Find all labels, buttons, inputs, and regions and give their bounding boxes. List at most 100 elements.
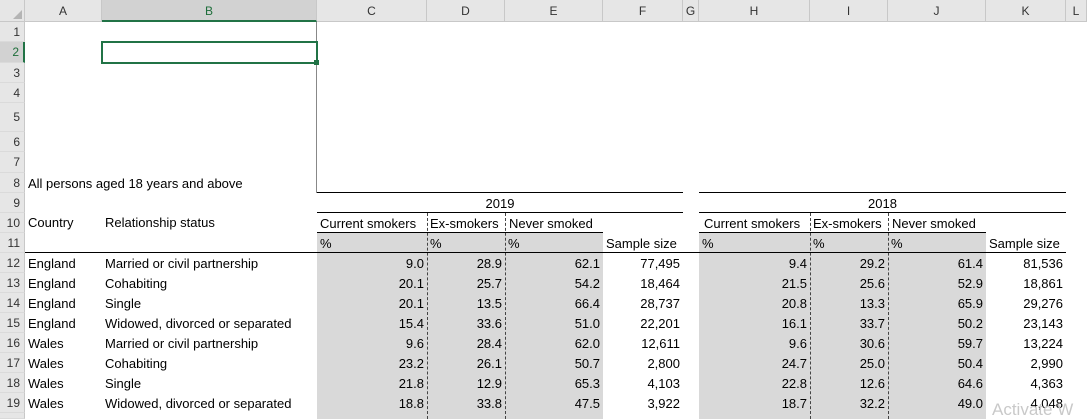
ex-2019-cell: 33.6: [476, 316, 502, 331]
pct-label: %: [891, 236, 903, 251]
status-cell: Widowed, divorced or separated: [105, 396, 292, 411]
never-2018-cell: 65.9: [957, 296, 983, 311]
sample-2019-cell: 28,737: [640, 296, 680, 311]
status-cell: Single: [105, 296, 142, 311]
current-2018-cell: 9.6: [788, 336, 807, 351]
never-2018-cell: 64.6: [957, 376, 983, 391]
year-2018: 2018: [868, 196, 897, 211]
row-header-15[interactable]: 15: [0, 313, 25, 333]
fill-handle[interactable]: [314, 60, 319, 65]
column-header-a[interactable]: A: [25, 0, 102, 22]
row-header-18[interactable]: 18: [0, 373, 25, 393]
country-cell: England: [28, 296, 76, 311]
select-all-corner[interactable]: [0, 0, 25, 22]
status-cell: Married or civil partnership: [105, 336, 259, 351]
rule-2019-top: [317, 192, 683, 193]
never-2018-cell: 49.0: [957, 396, 983, 411]
rule-2018-top: [699, 192, 1066, 193]
column-header-h[interactable]: H: [699, 0, 810, 22]
rule-2018-year: [699, 212, 1066, 213]
ex-smokers-2018-header: Ex-smokers: [813, 216, 882, 231]
status-cell: Single: [105, 376, 142, 391]
row-header-4[interactable]: 4: [0, 83, 25, 103]
sample-2019-cell: 77,495: [640, 256, 680, 271]
current-2018-cell: 9.4: [788, 256, 807, 271]
column-header-d[interactable]: D: [427, 0, 505, 22]
column-header-g[interactable]: G: [683, 0, 699, 22]
ex-2019-cell: 13.5: [476, 296, 502, 311]
column-header-e[interactable]: E: [505, 0, 603, 22]
current-2019-cell: 20.1: [398, 276, 424, 291]
column-header-j[interactable]: J: [888, 0, 986, 22]
status-cell: Widowed, divorced or separated: [105, 316, 292, 331]
rule-2018-sub: [699, 232, 986, 233]
row-header-7[interactable]: 7: [0, 152, 25, 173]
ex-2018-cell: 12.6: [859, 376, 885, 391]
row-header-2[interactable]: 2: [0, 42, 25, 63]
row-header-12[interactable]: 12: [0, 253, 25, 273]
column-header-i[interactable]: I: [810, 0, 888, 22]
never-2019-cell: 47.5: [574, 396, 600, 411]
ex-2019-cell: 28.4: [476, 336, 502, 351]
current-2018-cell: 18.7: [781, 396, 807, 411]
row-header-16[interactable]: 16: [0, 333, 25, 353]
select-all-triangle-icon: [13, 10, 22, 19]
column-header-f[interactable]: F: [603, 0, 683, 22]
column-header-b[interactable]: B: [102, 0, 317, 22]
ex-2019-cell: 12.9: [476, 376, 502, 391]
column-header-c[interactable]: C: [317, 0, 427, 22]
never-2018-cell: 50.4: [957, 356, 983, 371]
pct-label: %: [320, 236, 332, 251]
current-smokers-2019-header: Current smokers: [320, 216, 417, 231]
country-cell: England: [28, 316, 76, 331]
row-header-17[interactable]: 17: [0, 353, 25, 373]
country-cell: England: [28, 256, 76, 271]
row-header-9[interactable]: 9: [0, 193, 25, 213]
ex-2018-cell: 25.0: [859, 356, 885, 371]
current-2019-cell: 23.2: [398, 356, 424, 371]
sample-2019-cell: 2,800: [647, 356, 680, 371]
current-2018-cell: 21.5: [781, 276, 807, 291]
sample-2019-cell: 3,922: [647, 396, 680, 411]
pct-label: %: [813, 236, 825, 251]
current-2019-cell: 15.4: [398, 316, 424, 331]
column-header-k[interactable]: K: [986, 0, 1066, 22]
never-2019-cell: 54.2: [574, 276, 600, 291]
current-2019-cell: 18.8: [398, 396, 424, 411]
status-cell: Cohabiting: [105, 356, 168, 371]
current-2019-cell: 9.6: [405, 336, 424, 351]
row-header-1[interactable]: 1: [0, 22, 25, 42]
row-header-8[interactable]: 8: [0, 173, 25, 193]
row-header-3[interactable]: 3: [0, 63, 25, 83]
row-header-5[interactable]: 5: [0, 103, 25, 132]
ex-2019-cell: 28.9: [476, 256, 502, 271]
current-2018-cell: 24.7: [781, 356, 807, 371]
rule-2019-sub: [317, 232, 603, 233]
row-header-19[interactable]: 19: [0, 393, 25, 413]
country-cell: Wales: [28, 336, 64, 351]
country-cell: Wales: [28, 376, 64, 391]
never-2019-cell: 62.0: [574, 336, 600, 351]
country-cell: Wales: [28, 356, 64, 371]
sample-2019-cell: 4,103: [647, 376, 680, 391]
rule-2019-year: [317, 212, 683, 213]
column-header-l[interactable]: L: [1066, 0, 1087, 22]
row-header-14[interactable]: 14: [0, 293, 25, 313]
row-header-20-partial[interactable]: [0, 413, 25, 419]
ex-2018-cell: 25.6: [859, 276, 885, 291]
row-header-11[interactable]: 11: [0, 233, 25, 253]
row-header-6[interactable]: 6: [0, 132, 25, 152]
never-2019-cell: 62.1: [574, 256, 600, 271]
ex-smokers-2019-header: Ex-smokers: [430, 216, 499, 231]
sample-size-2019-header: Sample size: [606, 236, 677, 251]
sample-2018-cell: 2,990: [1030, 356, 1063, 371]
row-header-13[interactable]: 13: [0, 273, 25, 293]
row-header-10[interactable]: 10: [0, 213, 25, 233]
pct-label: %: [508, 236, 520, 251]
sample-2019-cell: 12,611: [641, 336, 680, 351]
never-2018-cell: 61.4: [957, 256, 983, 271]
ex-2019-cell: 33.8: [476, 396, 502, 411]
selected-cell-b2[interactable]: [101, 41, 318, 64]
never-2019-cell: 50.7: [574, 356, 600, 371]
pct-label: %: [702, 236, 714, 251]
